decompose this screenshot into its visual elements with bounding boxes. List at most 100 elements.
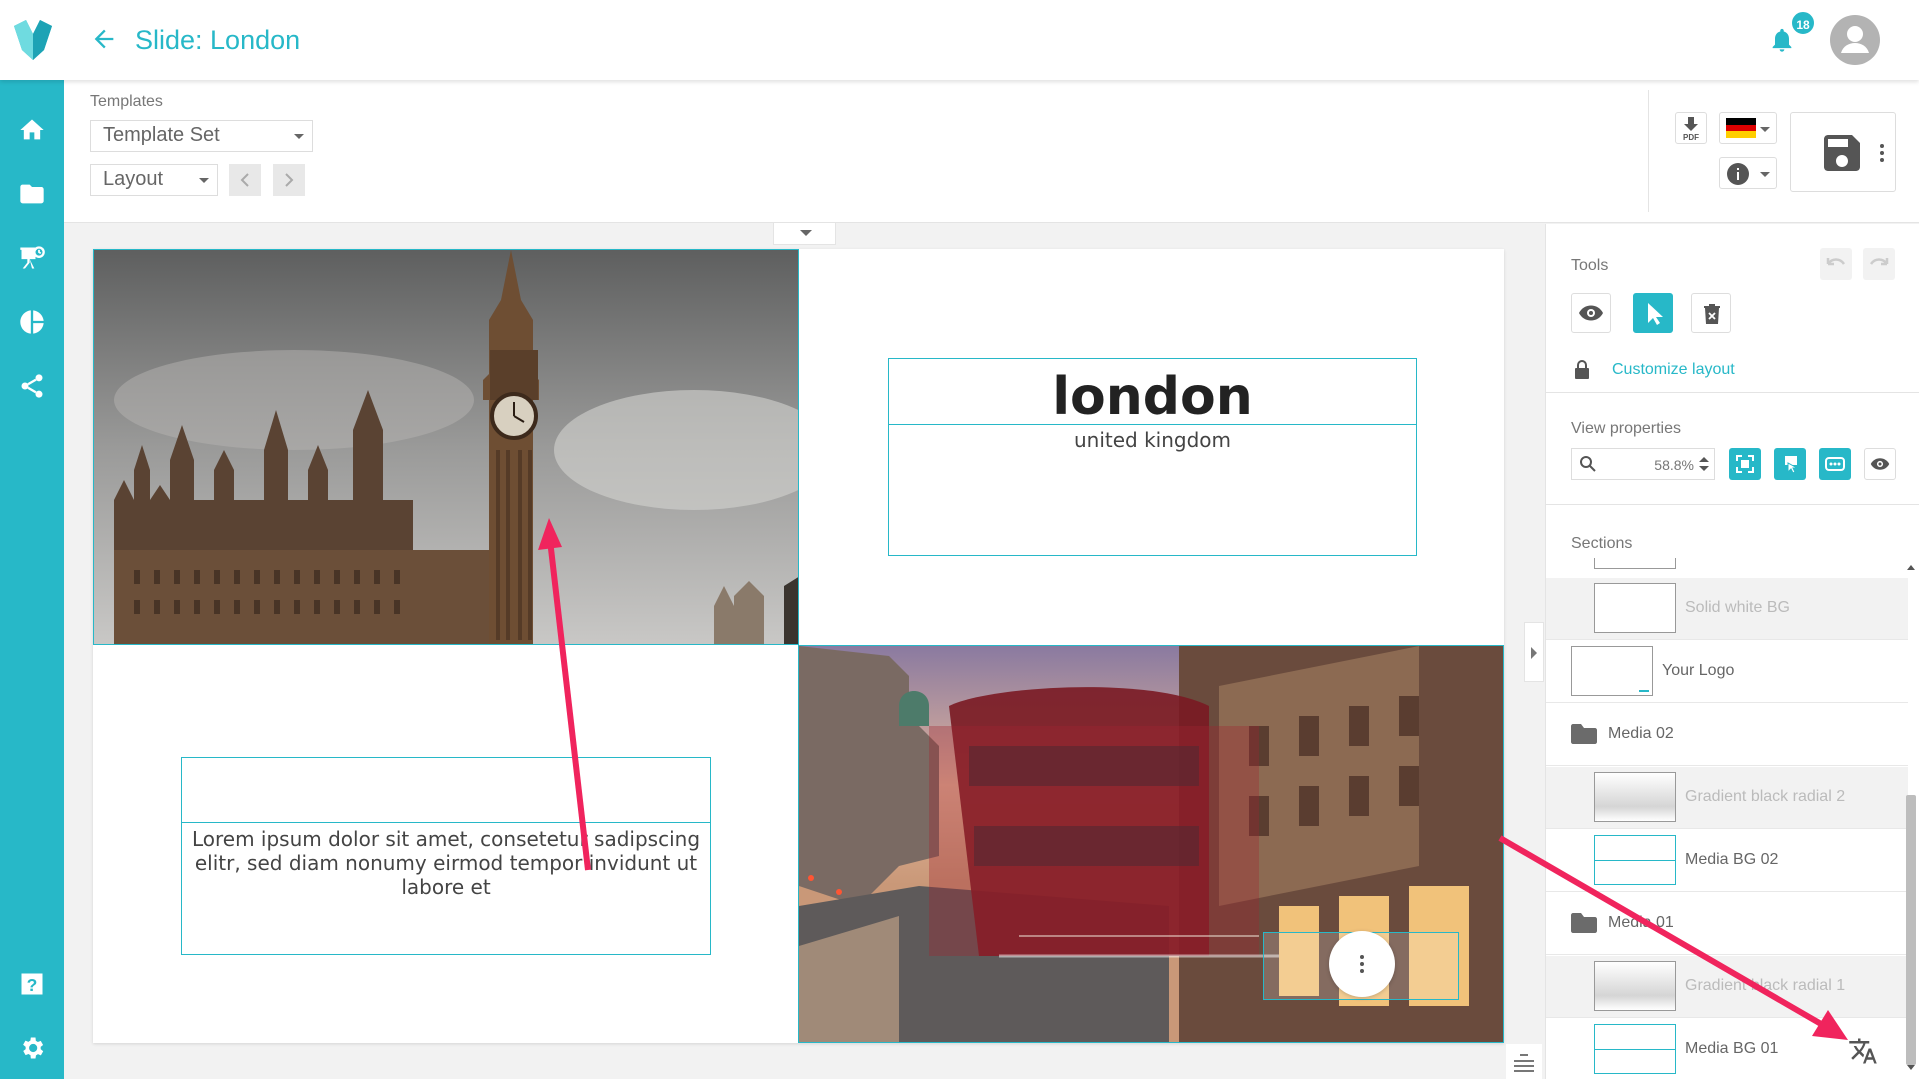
undo-icon	[1826, 258, 1846, 266]
export-pdf-button[interactable]: PDF	[1675, 112, 1707, 144]
stepper-down-icon[interactable]	[1699, 466, 1709, 471]
panel-divider	[1546, 504, 1919, 505]
box-divider	[182, 822, 710, 823]
section-folder-media-02[interactable]: Media 02	[1546, 704, 1908, 766]
visibility-button[interactable]	[1864, 448, 1896, 480]
section-item-gradient-black-radial-2[interactable]: Gradient black radial 2	[1546, 767, 1908, 829]
info-select[interactable]	[1719, 157, 1777, 189]
slide-subheading[interactable]: united kingdom	[889, 428, 1416, 452]
share-icon[interactable]	[18, 372, 46, 400]
panel-divider	[1546, 392, 1919, 393]
body-text[interactable]: Lorem ipsum dolor sit amet, consetetur s…	[182, 827, 710, 899]
chevron-down-icon	[1760, 172, 1770, 177]
panel-toggle-button[interactable]	[1524, 622, 1544, 682]
template-toolbar: Templates Template Set Layout PDF	[64, 80, 1919, 223]
svg-text:?: ?	[27, 975, 38, 995]
stepper-up-icon[interactable]	[1699, 457, 1709, 462]
section-label: Media 01	[1608, 914, 1674, 931]
back-arrow-icon[interactable]	[90, 25, 118, 53]
save-icon	[1824, 135, 1860, 171]
preview-tool-button[interactable]	[1571, 293, 1611, 333]
thumbnail	[1594, 1024, 1676, 1074]
redo-button[interactable]	[1863, 248, 1895, 280]
settings-icon[interactable]	[18, 1034, 46, 1062]
cursor-icon	[1648, 303, 1663, 325]
template-set-value: Template Set	[103, 124, 220, 146]
scroll-down-icon[interactable]	[1907, 1065, 1915, 1070]
svg-text:PDF: PDF	[1683, 133, 1699, 142]
text-frame-button[interactable]	[1819, 448, 1851, 480]
page-title: Slide: London	[135, 25, 301, 55]
eye-icon	[1579, 305, 1603, 321]
section-item-solid-white-bg[interactable]: Solid white BG	[1546, 578, 1908, 640]
presentation-icon[interactable]	[18, 244, 46, 272]
zoom-input[interactable]: 58.8%	[1571, 448, 1715, 480]
redo-icon	[1869, 258, 1889, 266]
more-vertical-icon[interactable]	[1879, 143, 1885, 163]
templates-label: Templates	[90, 93, 163, 110]
zoom-value: 58.8%	[1654, 457, 1694, 473]
thumbnail	[1594, 583, 1676, 633]
language-select[interactable]	[1719, 112, 1777, 144]
list-item	[1546, 558, 1908, 578]
template-set-select[interactable]: Template Set	[90, 120, 313, 152]
section-item-gradient-black-radial-1[interactable]: Gradient black radial 1	[1546, 956, 1908, 1018]
lock-icon	[1575, 360, 1589, 379]
translate-icon[interactable]	[1848, 1036, 1878, 1066]
fit-screen-button[interactable]	[1729, 448, 1761, 480]
text-frame-icon	[1825, 457, 1845, 471]
scroll-thumb[interactable]	[1906, 795, 1916, 1065]
previous-layout-button[interactable]	[229, 164, 261, 196]
home-icon[interactable]	[18, 116, 46, 144]
slide-heading[interactable]: london	[889, 367, 1416, 427]
element-menu-button[interactable]	[1329, 931, 1395, 997]
section-item-media-bg-02[interactable]: Media BG 02	[1546, 830, 1908, 892]
section-label: Media BG 01	[1685, 1040, 1779, 1057]
folder-icon	[1571, 724, 1597, 744]
more-vertical-icon	[1360, 955, 1364, 973]
folder-icon[interactable]	[18, 180, 46, 208]
top-bar: Slide: London 18	[0, 0, 1919, 80]
customize-layout-link[interactable]: Customize layout	[1612, 361, 1735, 379]
body-text-box[interactable]: Lorem ipsum dolor sit amet, consetetur s…	[181, 757, 711, 955]
trash-icon	[1704, 304, 1720, 324]
thumbnail	[1594, 961, 1676, 1011]
view-properties-label: View properties	[1571, 420, 1681, 437]
thumbnail	[1594, 835, 1676, 885]
layout-value: Layout	[103, 168, 164, 190]
save-button[interactable]	[1790, 112, 1896, 192]
help-icon[interactable]: ?	[18, 970, 46, 998]
touch-mode-button[interactable]	[1774, 448, 1806, 480]
fit-screen-icon	[1736, 455, 1754, 473]
select-tool-button[interactable]	[1633, 293, 1673, 333]
chart-icon[interactable]	[18, 308, 46, 336]
chevron-down-icon	[199, 178, 209, 183]
section-label: Media 02	[1608, 725, 1674, 742]
big-ben-image[interactable]	[93, 249, 799, 645]
section-folder-media-01[interactable]: Media 01	[1546, 893, 1908, 955]
caret-down-icon	[800, 230, 812, 236]
box-divider	[889, 424, 1416, 425]
layout-select[interactable]: Layout	[90, 164, 218, 196]
section-item-your-logo[interactable]: Your Logo	[1546, 641, 1908, 703]
title-text-box[interactable]: london united kingdom	[888, 358, 1417, 556]
chevron-left-icon	[240, 173, 249, 187]
scroll-up-icon[interactable]	[1907, 565, 1915, 570]
chevron-right-icon	[285, 173, 294, 187]
section-label: Solid white BG	[1685, 599, 1790, 616]
slide-canvas[interactable]: london united kingdom Lorem ipsum dolor …	[93, 249, 1504, 1043]
user-avatar[interactable]	[1830, 15, 1880, 65]
pdf-download-icon: PDF	[1683, 117, 1699, 142]
thumbnail	[1594, 558, 1676, 569]
align-button[interactable]	[1506, 1044, 1542, 1079]
align-lines-icon	[1514, 1054, 1534, 1072]
section-label: Media BG 02	[1685, 851, 1779, 868]
delete-tool-button[interactable]	[1691, 293, 1731, 333]
undo-button[interactable]	[1820, 248, 1852, 280]
next-layout-button[interactable]	[273, 164, 305, 196]
chevron-down-icon	[294, 134, 304, 139]
collapse-toolbar-tab[interactable]	[773, 223, 836, 245]
properties-panel: Tools Customize layout View properties 5…	[1545, 224, 1919, 1079]
app-logo[interactable]	[14, 20, 52, 60]
thumbnail	[1594, 772, 1676, 822]
